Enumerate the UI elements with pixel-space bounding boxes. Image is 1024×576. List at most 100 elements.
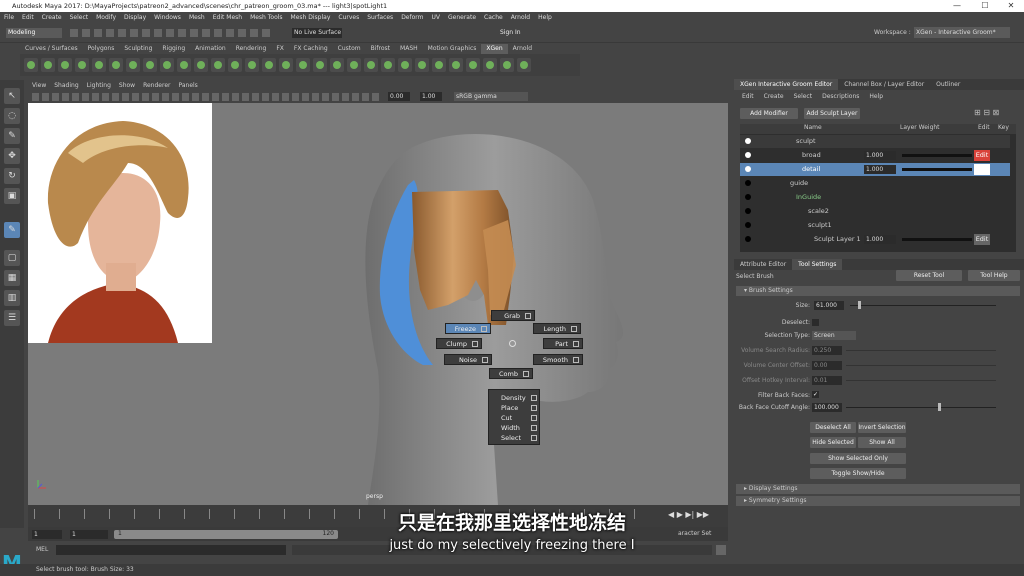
shelf-tab[interactable]: MASH xyxy=(395,44,423,54)
toggle-show-hide-button[interactable]: Toggle Show/Hide xyxy=(810,468,906,479)
mode-dropdown[interactable]: Modeling xyxy=(6,28,62,38)
select-brush-icon[interactable]: ✎ xyxy=(4,222,20,238)
xgen-tool-icon[interactable] xyxy=(483,58,497,72)
shelf-tab[interactable]: Curves / Surfaces xyxy=(20,44,83,54)
offset-hotkey-slider[interactable] xyxy=(846,380,996,381)
vp-menu-shading[interactable]: Shading xyxy=(54,82,78,89)
volume-search-radius-field[interactable]: 0.250 xyxy=(812,346,842,355)
brush-settings-header[interactable]: ▾ Brush Settings xyxy=(736,286,1020,296)
minimize-button[interactable]: — xyxy=(944,0,970,12)
xgen-tool-icon[interactable] xyxy=(228,58,242,72)
volume-search-radius-slider[interactable] xyxy=(846,350,996,351)
xgen-tool-icon[interactable] xyxy=(41,58,55,72)
xgen-tool-icon[interactable] xyxy=(313,58,327,72)
viewport-tool-icons[interactable] xyxy=(32,93,382,101)
shelf-tab[interactable]: Polygons xyxy=(83,44,120,54)
shelf-tab[interactable]: FX xyxy=(271,44,289,54)
shelf-tab-xgen[interactable]: XGen xyxy=(481,44,508,54)
paint-select-icon[interactable]: ✎ xyxy=(4,128,20,144)
xgen-tool-icon[interactable] xyxy=(449,58,463,72)
groom-menu-create[interactable]: Create xyxy=(764,93,784,100)
tool-help-button[interactable]: Tool Help xyxy=(968,270,1020,281)
size-slider[interactable] xyxy=(850,305,996,306)
hide-selected-button[interactable]: Hide Selected xyxy=(810,437,856,448)
workspace-dropdown[interactable]: XGen - Interactive Groom* xyxy=(914,27,1010,38)
mm-place[interactable]: Place xyxy=(501,403,537,413)
menu-uv[interactable]: UV xyxy=(432,14,441,21)
filter-back-faces-checkbox[interactable]: ✓ xyxy=(812,391,819,398)
xgen-tool-icon[interactable] xyxy=(330,58,344,72)
groom-row-sculpt1[interactable]: sculpt1 xyxy=(740,219,1010,232)
groom-menu-descriptions[interactable]: Descriptions xyxy=(822,93,859,100)
xgen-tool-icon[interactable] xyxy=(92,58,106,72)
move-tool-icon[interactable]: ✥ xyxy=(4,148,20,164)
add-modifier-button[interactable]: Add Modifier xyxy=(740,108,798,119)
mm-width[interactable]: Width xyxy=(501,423,537,433)
menu-generate[interactable]: Generate xyxy=(448,14,476,21)
shelf-tab[interactable]: Bifrost xyxy=(366,44,395,54)
xgen-tool-icon[interactable] xyxy=(432,58,446,72)
xgen-tool-icon[interactable] xyxy=(109,58,123,72)
xgen-tool-icon[interactable] xyxy=(500,58,514,72)
mm-length[interactable]: Length xyxy=(533,323,581,334)
layout-single-icon[interactable]: ▢ xyxy=(4,250,20,266)
sign-in-button[interactable]: Sign In xyxy=(500,28,540,38)
groom-menu-edit[interactable]: Edit xyxy=(742,93,754,100)
close-button[interactable]: ✕ xyxy=(998,0,1024,12)
shelf-tab[interactable]: Arnold xyxy=(508,44,537,54)
menu-windows[interactable]: Windows xyxy=(154,14,181,21)
exposure-field[interactable]: 0.00 xyxy=(388,92,410,101)
groom-row-detail[interactable]: detail 1.000 xyxy=(740,163,1010,176)
back-face-cutoff-field[interactable]: 100.000 xyxy=(812,403,842,412)
shelf-tab[interactable]: Sculpting xyxy=(119,44,157,54)
menu-mesh[interactable]: Mesh xyxy=(189,14,205,21)
menu-arnold[interactable]: Arnold xyxy=(511,14,530,21)
deselect-all-button[interactable]: Deselect All xyxy=(810,422,856,433)
tab-outliner[interactable]: Outliner xyxy=(930,79,966,90)
menu-mesh-tools[interactable]: Mesh Tools xyxy=(250,14,282,21)
vp-menu-renderer[interactable]: Renderer xyxy=(143,82,170,89)
xgen-tool-icon[interactable] xyxy=(75,58,89,72)
xgen-tool-icon[interactable] xyxy=(211,58,225,72)
xgen-tool-icon[interactable] xyxy=(347,58,361,72)
tab-tool-settings[interactable]: Tool Settings xyxy=(792,259,843,270)
invert-selection-button[interactable]: Invert Selection xyxy=(858,422,906,433)
xgen-tool-icon[interactable] xyxy=(381,58,395,72)
back-face-cutoff-handle[interactable] xyxy=(938,403,941,411)
menu-create[interactable]: Create xyxy=(42,14,62,21)
status-icons[interactable] xyxy=(70,29,270,37)
groom-row-scale2[interactable]: scale2 xyxy=(740,205,1010,218)
xgen-tool-icon[interactable] xyxy=(177,58,191,72)
menu-deform[interactable]: Deform xyxy=(401,14,423,21)
vp-menu-lighting[interactable]: Lighting xyxy=(87,82,111,89)
xgen-tool-icon[interactable] xyxy=(466,58,480,72)
mm-density[interactable]: Density xyxy=(501,393,537,403)
mm-clump[interactable]: Clump xyxy=(436,338,482,349)
offset-hotkey-field[interactable]: 0.01 xyxy=(812,376,842,385)
menu-surfaces[interactable]: Surfaces xyxy=(367,14,393,21)
menu-modify[interactable]: Modify xyxy=(96,14,116,21)
shelf-tab[interactable]: Rendering xyxy=(231,44,272,54)
maximize-button[interactable]: ☐ xyxy=(972,0,998,12)
mm-freeze[interactable]: Freeze xyxy=(445,323,491,334)
colorspace-dropdown[interactable]: sRGB gamma xyxy=(454,92,528,101)
deselect-checkbox[interactable] xyxy=(812,319,819,326)
menu-edit-mesh[interactable]: Edit Mesh xyxy=(213,14,242,21)
symmetry-settings-header[interactable]: ▸ Symmetry Settings xyxy=(736,496,1020,506)
detail-edit-button[interactable] xyxy=(974,164,990,175)
menu-edit[interactable]: Edit xyxy=(22,14,34,21)
tab-attribute-editor[interactable]: Attribute Editor xyxy=(734,259,792,270)
xgen-tool-icon[interactable] xyxy=(364,58,378,72)
layout-four-icon[interactable]: ▦ xyxy=(4,270,20,286)
groom-header-icons[interactable]: ⊞ ⊟ ⊠ xyxy=(974,108,1014,119)
size-slider-handle[interactable] xyxy=(858,301,861,309)
xgen-tool-icon[interactable] xyxy=(194,58,208,72)
mm-select[interactable]: Select xyxy=(501,433,537,443)
layout-outliner-icon[interactable]: ☰ xyxy=(4,310,20,326)
xgen-tool-icon[interactable] xyxy=(160,58,174,72)
shelf-tab[interactable]: Motion Graphics xyxy=(423,44,482,54)
rotate-tool-icon[interactable]: ↻ xyxy=(4,168,20,184)
menu-curves[interactable]: Curves xyxy=(338,14,359,21)
volume-center-offset-field[interactable]: 0.00 xyxy=(812,361,842,370)
xgen-tool-icon[interactable] xyxy=(58,58,72,72)
